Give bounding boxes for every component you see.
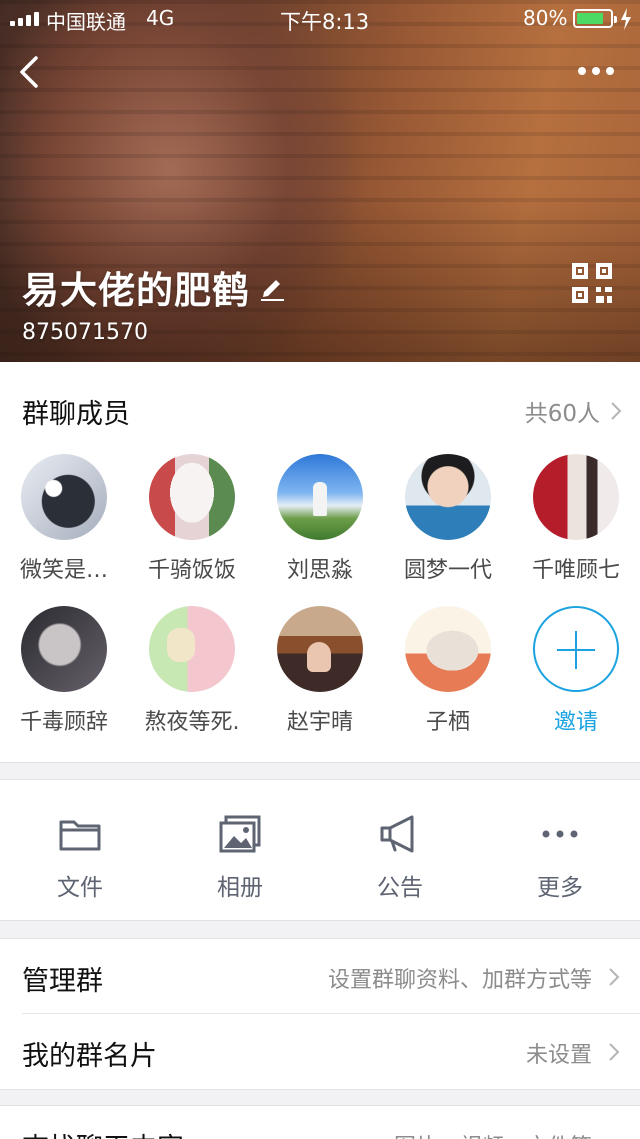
- charging-icon: [621, 8, 631, 30]
- action-label: 更多: [537, 875, 583, 901]
- plus-icon: [533, 606, 619, 692]
- member-item[interactable]: 子栖: [384, 606, 512, 736]
- album-button[interactable]: 相册: [160, 780, 320, 920]
- member-name: 千毒顾辞: [19, 710, 108, 735]
- manage-group-row[interactable]: 管理群 设置群聊资料、加群方式等: [0, 939, 640, 1014]
- signal-icon: [10, 12, 39, 26]
- folder-icon: [59, 820, 101, 851]
- battery-percent: 80%: [523, 6, 568, 30]
- action-label: 相册: [217, 875, 263, 901]
- network-type: 4G: [146, 6, 175, 30]
- search-chat-row[interactable]: 查找聊天内容 图片、视频、文件等: [0, 1106, 640, 1139]
- settings-list: 管理群 设置群聊资料、加群方式等 我的群名片 未设置: [0, 939, 640, 1089]
- row-value: 设置群聊资料、加群方式等: [327, 968, 592, 993]
- members-title: 群聊成员: [22, 399, 130, 430]
- action-label: 公告: [377, 875, 423, 901]
- member-name: 圆梦一代: [403, 558, 492, 583]
- avatar: [149, 454, 235, 540]
- avatar: [21, 454, 107, 540]
- divider: [0, 1089, 640, 1090]
- member-count-link[interactable]: 共60人: [525, 394, 622, 428]
- member-item[interactable]: 千毒顾辞: [0, 606, 128, 736]
- row-title: 我的群名片: [22, 1041, 157, 1072]
- more-options-icon[interactable]: [572, 56, 620, 86]
- row-title: 管理群: [22, 966, 103, 997]
- avatar: [277, 454, 363, 540]
- group-id: 875071570: [22, 320, 148, 345]
- member-name: 千骑饭饭: [147, 558, 236, 583]
- member-item[interactable]: 赵宇晴: [256, 606, 384, 736]
- member-item[interactable]: 微笑是…: [0, 454, 128, 584]
- files-button[interactable]: 文件: [0, 780, 160, 920]
- megaphone-icon: [380, 815, 414, 853]
- member-item[interactable]: 千唯顾七: [512, 454, 640, 584]
- announcement-button[interactable]: 公告: [320, 780, 480, 920]
- invite-button[interactable]: 邀请: [512, 606, 640, 736]
- carrier-name: 中国联通: [46, 10, 126, 34]
- more-actions-button[interactable]: 更多: [480, 780, 640, 920]
- member-name: 熬夜等死.: [144, 710, 240, 735]
- ellipsis-icon: [542, 830, 578, 838]
- row-title: 查找聊天内容: [22, 1126, 184, 1139]
- avatar: [405, 606, 491, 692]
- row-value: 图片、视频、文件等: [394, 1129, 592, 1139]
- photo-album-icon: [219, 815, 261, 853]
- member-name: 刘思淼: [286, 558, 353, 583]
- quick-actions: 文件 相册 公告 更多: [0, 780, 640, 920]
- battery-icon: [573, 9, 617, 28]
- status-bar: 中国联通 4G 下午8:13 80%: [0, 0, 640, 38]
- divider: [0, 762, 640, 763]
- avatar: [277, 606, 363, 692]
- group-name: 易大佬的肥鹤: [22, 269, 250, 312]
- qr-code-icon[interactable]: [572, 263, 612, 303]
- member-name: 子栖: [425, 710, 470, 735]
- row-value: 未设置: [525, 1043, 592, 1068]
- chevron-right-icon: [609, 1043, 620, 1061]
- group-name-row[interactable]: 易大佬的肥鹤: [22, 260, 286, 314]
- member-item[interactable]: 刘思淼: [256, 454, 384, 584]
- member-item[interactable]: 熬夜等死.: [128, 606, 256, 736]
- status-time: 下午8:13: [280, 10, 370, 34]
- pencil-icon[interactable]: [258, 272, 286, 302]
- chevron-right-icon: [609, 968, 620, 986]
- action-label: 文件: [57, 875, 103, 901]
- invite-label: 邀请: [553, 710, 598, 735]
- avatar: [149, 606, 235, 692]
- member-item[interactable]: 圆梦一代: [384, 454, 512, 584]
- member-count: 共60人: [524, 401, 600, 427]
- member-name: 千唯顾七: [531, 558, 620, 583]
- my-group-card-row[interactable]: 我的群名片 未设置: [0, 1014, 640, 1089]
- member-name: 赵宇晴: [286, 710, 353, 735]
- avatar: [533, 454, 619, 540]
- avatar: [405, 454, 491, 540]
- divider: [0, 920, 640, 921]
- group-cover: 中国联通 4G 下午8:13 80% 易大佬的肥鹤 875071570: [0, 0, 640, 362]
- member-item[interactable]: 千骑饭饭: [128, 454, 256, 584]
- back-icon[interactable]: [10, 50, 50, 94]
- member-name: 微笑是…: [19, 558, 108, 583]
- members-section: 群聊成员 共60人 微笑是… 千骑饭饭 刘思淼 圆梦一代 千唯顾七 千毒顾辞 熬…: [0, 362, 640, 762]
- avatar: [21, 606, 107, 692]
- chevron-right-icon: [611, 402, 622, 420]
